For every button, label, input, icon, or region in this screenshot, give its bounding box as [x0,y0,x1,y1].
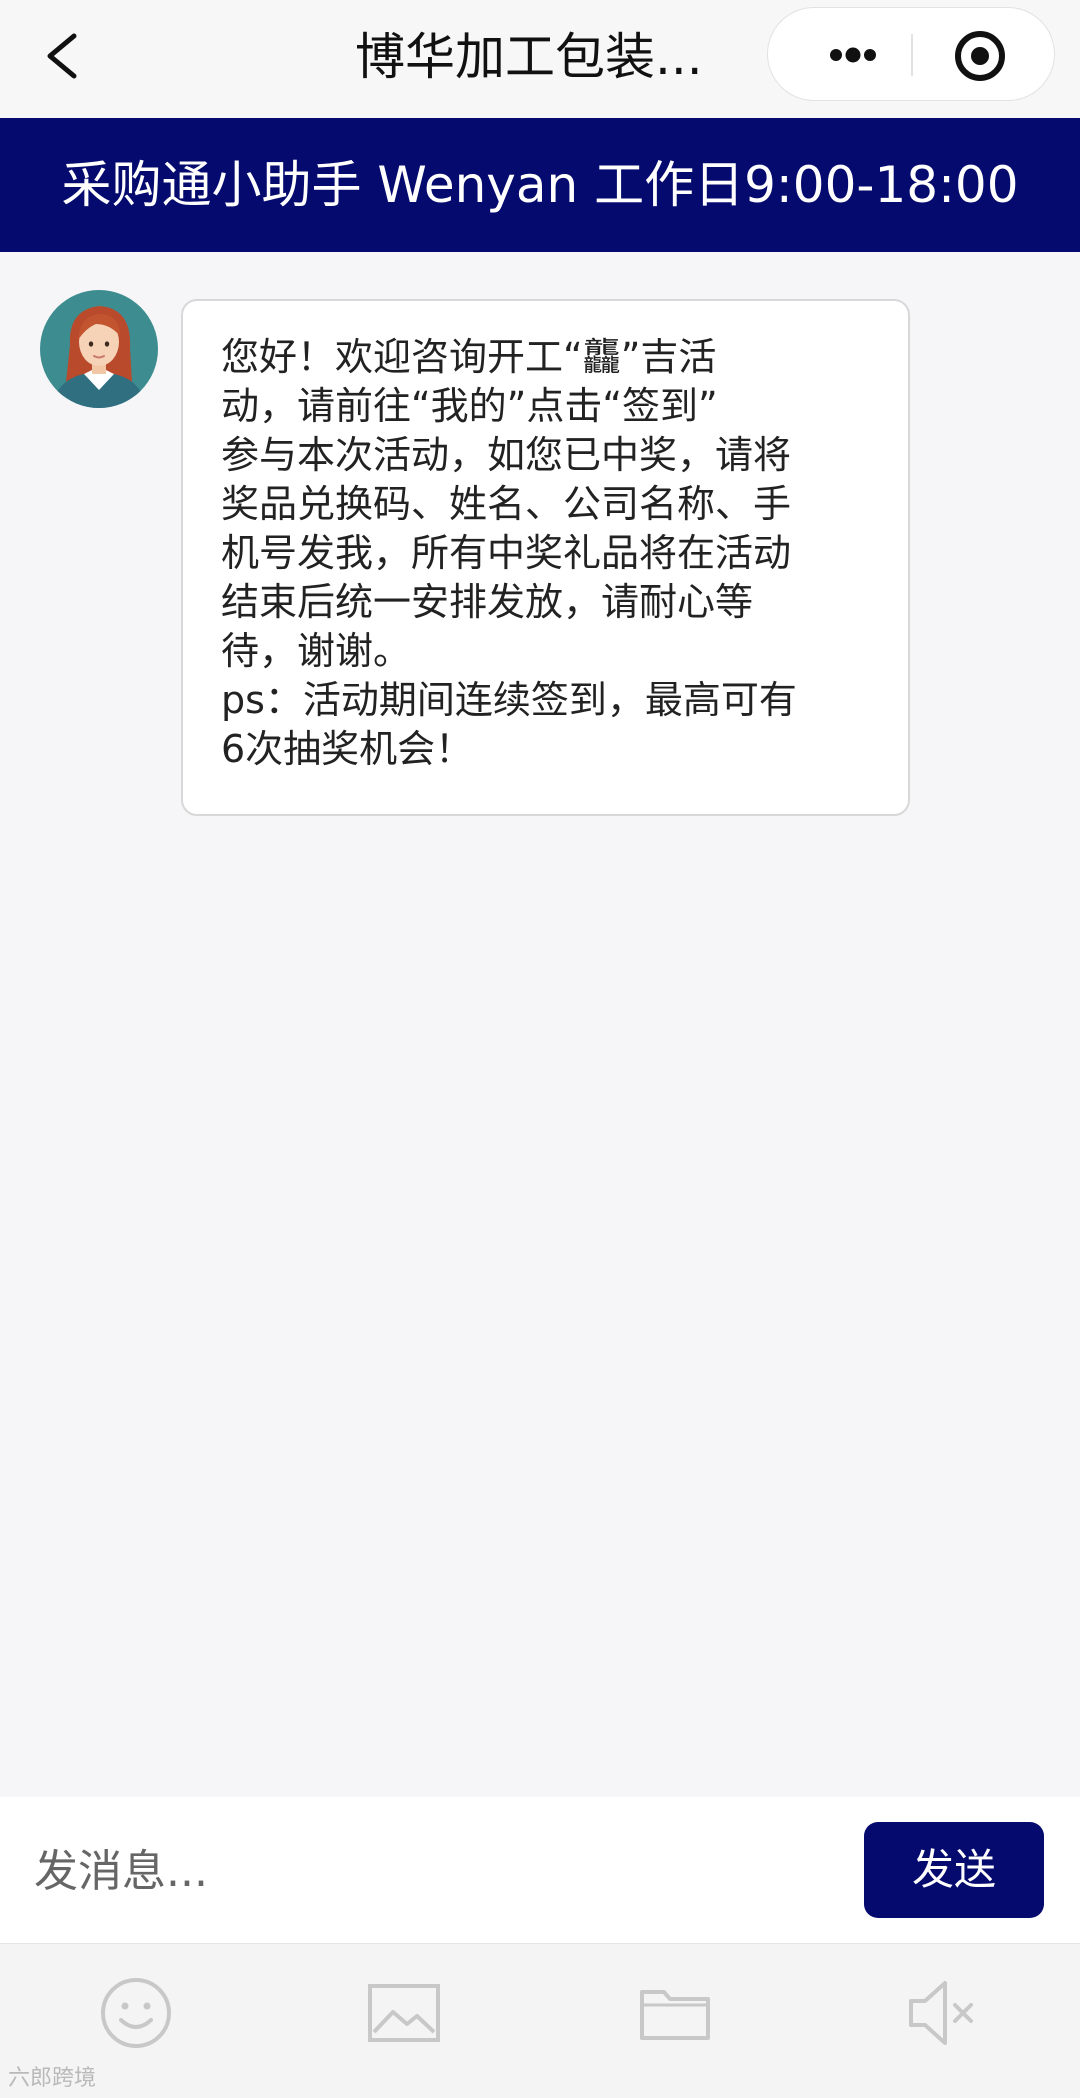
speaker-mute-icon [909,1981,973,2045]
image-icon [368,1984,440,2042]
bottom-toolbar [0,1943,1080,2098]
file-button[interactable] [636,1974,714,2052]
top-nav-bar: 博华加工包装... [0,0,1080,118]
emoji-icon [101,1978,171,2048]
back-button[interactable] [36,22,96,90]
chat-page: 博华加工包装... 采购通小助手 Wenyan 工作日9:00-18:00 您好… [0,0,1080,2098]
more-button[interactable] [796,8,906,102]
assistant-avatar [40,290,158,408]
watermark: 六郎跨境 [8,2066,97,2091]
assistant-message-text: 您好！欢迎咨询开工“龘”吉活 动，请前往“我的”点击“签到” 参与本次活动，如您… [221,335,797,771]
female-avatar-icon [40,290,158,408]
emoji-button[interactable] [97,1974,175,2052]
composer-bar: 发送 [0,1797,1080,1943]
mini-program-capsule [767,7,1055,101]
assistant-message-bubble: 您好！欢迎咨询开工“龘”吉活 动，请前往“我的”点击“签到” 参与本次活动，如您… [181,299,910,816]
send-button[interactable]: 发送 [864,1822,1044,1918]
chevron-left-icon [47,33,77,79]
sound-toggle-button[interactable] [905,1974,983,2052]
image-button[interactable] [365,1974,443,2052]
capsule-divider [911,34,913,76]
assistant-banner: 采购通小助手 Wenyan 工作日9:00-18:00 [0,118,1080,252]
folder-icon [640,1990,710,2040]
close-mini-program-button[interactable] [952,28,1008,84]
page-title: 博华加工包装... [355,28,703,86]
more-dots-icon [830,47,876,63]
message-input[interactable] [34,1835,814,1907]
chat-message-area[interactable]: 您好！欢迎咨询开工“龘”吉活 动，请前往“我的”点击“签到” 参与本次活动，如您… [0,252,1080,1797]
target-close-icon [955,31,1005,81]
